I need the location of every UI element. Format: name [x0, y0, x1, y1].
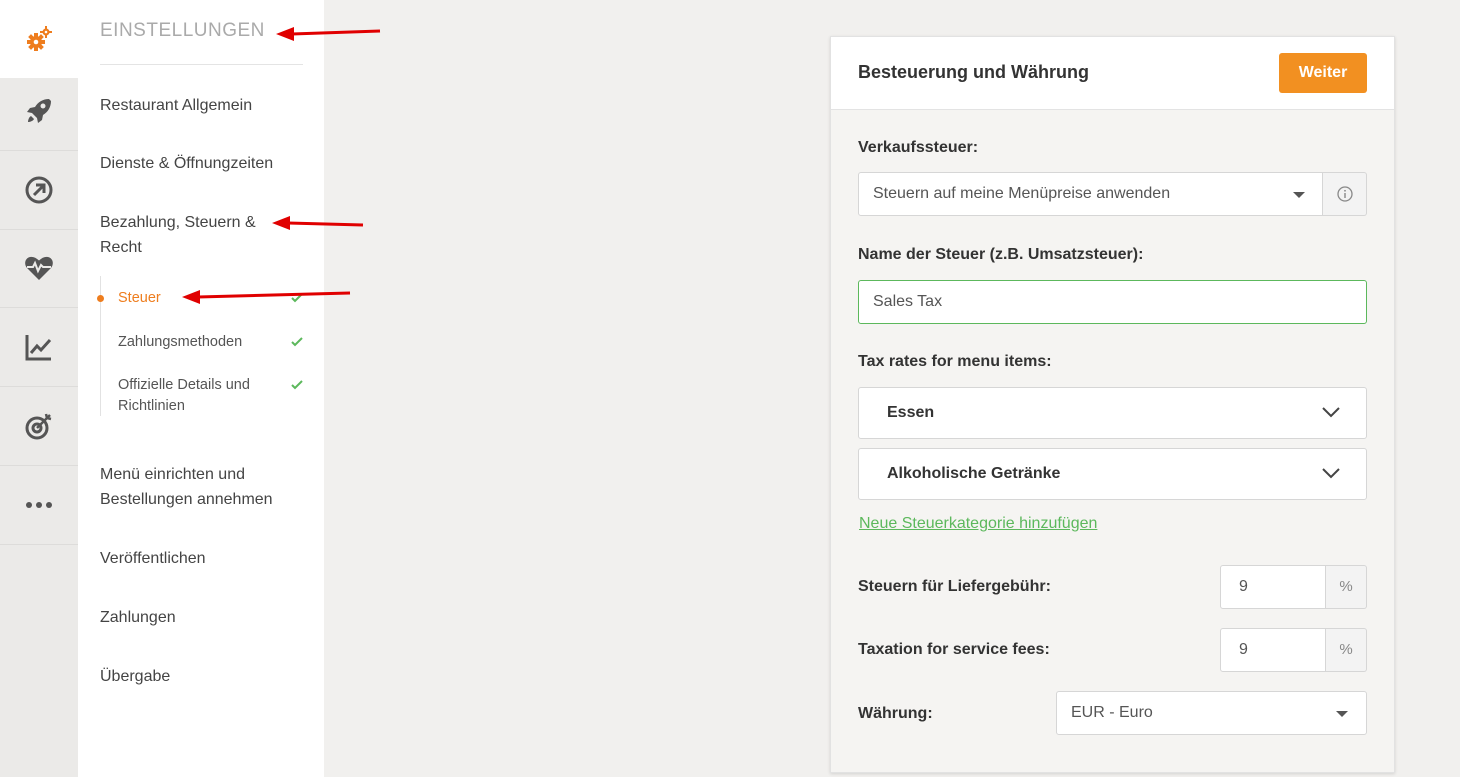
- sidebar-item-payments[interactable]: Zahlungen: [100, 605, 300, 630]
- service-tax-input[interactable]: 9: [1220, 628, 1326, 672]
- sidebar-item-menu-setup[interactable]: Menü einrichten und Bestellungen annehme…: [100, 462, 310, 512]
- tax-name-input[interactable]: Sales Tax: [858, 280, 1367, 324]
- caret-down-icon: [1336, 711, 1348, 717]
- chevron-down-icon: [1322, 407, 1340, 418]
- rail-orders[interactable]: [0, 151, 78, 230]
- sales-tax-value: Steuern auf meine Menüpreise anwenden: [873, 185, 1171, 202]
- check-icon: [291, 380, 303, 390]
- sales-tax-label: Verkaufssteuer:: [858, 139, 979, 156]
- rocket-icon: [27, 99, 51, 123]
- rail-reports[interactable]: [0, 308, 78, 387]
- heart-pulse-icon: [25, 256, 53, 280]
- target-icon: [25, 413, 52, 440]
- settings-sidebar: EINSTELLUNGEN Restaurant Allgemein Diens…: [78, 0, 324, 777]
- sidebar-item-publish[interactable]: Veröffentlichen: [100, 546, 300, 571]
- check-icon: [291, 337, 303, 347]
- subitem-payment-methods[interactable]: Zahlungsmethoden: [118, 332, 288, 353]
- tax-rates-label: Tax rates for menu items:: [858, 353, 1052, 370]
- delivery-tax-label: Steuern für Liefergebühr:: [858, 578, 1051, 595]
- active-dot: [97, 295, 104, 302]
- tax-name-label: Name der Steuer (z.B. Umsatzsteuer):: [858, 246, 1144, 263]
- sales-tax-select[interactable]: Steuern auf meine Menüpreise anwenden: [858, 172, 1323, 216]
- currency-label: Währung:: [858, 705, 933, 722]
- more-dots-icon: [26, 502, 52, 508]
- delivery-tax-value: 9: [1239, 578, 1248, 595]
- sidebar-item-restaurant-general[interactable]: Restaurant Allgemein: [100, 93, 300, 118]
- currency-select[interactable]: EUR - Euro: [1056, 691, 1367, 735]
- sales-tax-info[interactable]: [1323, 172, 1367, 216]
- annotation-arrow: [272, 216, 364, 230]
- info-icon: [1336, 186, 1353, 202]
- sidebar-title: EINSTELLUNGEN: [100, 20, 265, 41]
- line-chart-icon: [25, 335, 52, 361]
- divider: [100, 64, 303, 65]
- next-button[interactable]: Weiter: [1279, 53, 1367, 93]
- rail-launch[interactable]: [0, 72, 78, 151]
- icon-rail: [0, 0, 78, 777]
- add-tax-category-link[interactable]: Neue Steuerkategorie hinzufügen: [859, 515, 1097, 533]
- sidebar-item-payment-tax-legal[interactable]: Bezahlung, Steuern & Recht: [100, 210, 275, 260]
- service-tax-value: 9: [1239, 641, 1248, 658]
- annotation-arrow: [276, 27, 381, 41]
- card-title: Besteuerung und Währung: [858, 62, 1089, 82]
- sidebar-item-handover[interactable]: Übergabe: [100, 664, 300, 689]
- circle-arrow-icon: [25, 176, 53, 204]
- rail-health[interactable]: [0, 229, 78, 308]
- currency-value: EUR - Euro: [1071, 704, 1153, 721]
- card-header: Besteuerung und Währung Weiter: [831, 37, 1394, 110]
- rail-marketing[interactable]: [0, 387, 78, 466]
- chevron-down-icon: [1322, 468, 1340, 479]
- tax-category-food[interactable]: Essen: [858, 387, 1367, 439]
- caret-down-icon: [1293, 192, 1305, 198]
- tax-currency-card: Besteuerung und Währung Weiter Verkaufss…: [830, 36, 1395, 773]
- annotation-arrow: [182, 290, 351, 304]
- subitem-official-details[interactable]: Offizielle Details und Richtlinien: [118, 375, 278, 417]
- tax-name-value: Sales Tax: [873, 293, 943, 310]
- delivery-tax-input[interactable]: 9: [1220, 565, 1326, 609]
- percent-addon: %: [1326, 565, 1367, 609]
- sidebar-item-services-hours[interactable]: Dienste & Öffnungzeiten: [100, 151, 300, 176]
- gears-icon: [27, 26, 52, 51]
- tax-category-alcohol[interactable]: Alkoholische Getränke: [858, 448, 1367, 500]
- rail-more[interactable]: [0, 466, 78, 545]
- rail-settings[interactable]: [0, 0, 78, 78]
- tax-category-label: Essen: [887, 404, 935, 421]
- service-tax-label: Taxation for service fees:: [858, 641, 1050, 658]
- tax-category-label: Alkoholische Getränke: [887, 465, 1061, 482]
- percent-addon: %: [1326, 628, 1367, 672]
